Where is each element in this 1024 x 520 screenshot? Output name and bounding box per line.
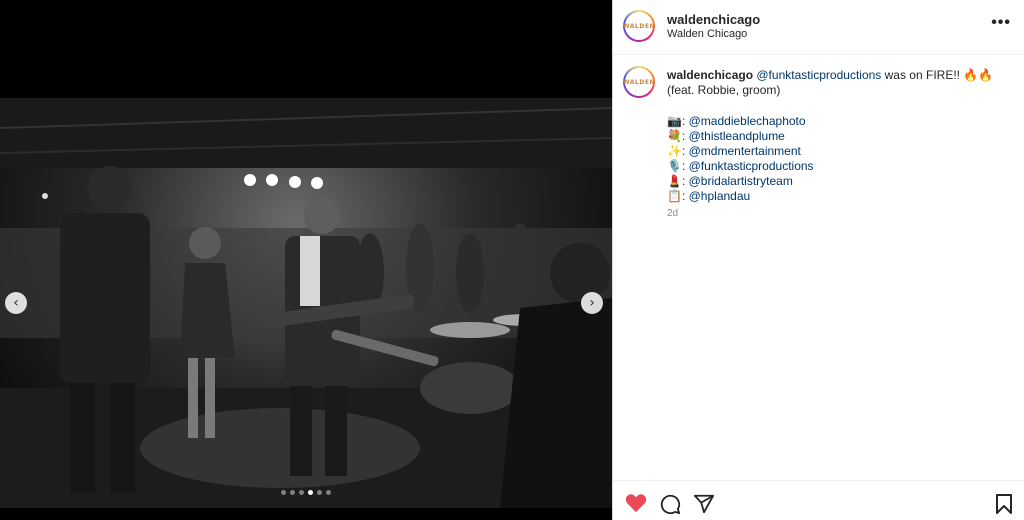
header-username[interactable]: waldenchicago [667,12,760,27]
credit-item: ✨: @mdmentertainment [667,144,814,159]
credit-item: 🎙️: @funktasticproductions [667,159,814,174]
caption-avatar[interactable]: WALDEN [623,66,655,98]
caption-mention[interactable]: @funktasticproductions [756,68,881,82]
credit-separator: : [681,189,689,203]
credit-item: 📋: @hplandau [667,189,814,204]
credit-emoji-icon: 🎙️ [667,159,682,173]
avatar-logo-text: WALDEN [623,78,655,86]
credit-emoji-icon: 💐 [667,129,682,143]
credit-item: 💐: @thistleandplume [667,129,814,144]
carousel-dot [317,490,322,495]
credit-handle-link[interactable]: @funktasticproductions [689,159,814,173]
credit-handle-link[interactable]: @bridalartistryteam [689,174,793,188]
credit-separator: : [681,174,689,188]
carousel-dot [326,490,331,495]
credits-list: 📷: @maddieblechaphoto 💐: @thistleandplume… [667,114,814,204]
caption-line-2: (feat. Robbie, groom) [667,83,781,97]
credit-handle-link[interactable]: @maddieblechaphoto [689,114,806,128]
post-timestamp[interactable]: 2d [667,208,678,219]
save-bookmark-icon[interactable] [995,493,1013,515]
credit-emoji-icon: 📋 [667,189,682,203]
caption-username[interactable]: waldenchicago [667,68,753,82]
action-bar [613,480,1024,520]
credit-item: 📷: @maddieblechaphoto [667,114,814,129]
credit-emoji-icon: 💄 [667,174,682,188]
credit-emoji-icon: 📷 [667,114,682,128]
credit-emoji-icon: ✨ [667,144,682,158]
caption-text: was on FIRE!! 🔥🔥 [881,68,994,82]
previous-photo-button[interactable]: ‹ [5,292,27,314]
credit-item: 💄: @bridalartistryteam [667,174,814,189]
caption: waldenchicago @funktasticproductions was… [667,68,1007,98]
credit-separator: : [681,114,689,128]
credit-handle-link[interactable]: @hplandau [689,189,751,203]
carousel-dot [299,490,304,495]
avatar-logo-text: WALDEN [623,22,655,30]
more-options-icon[interactable]: ••• [991,14,1011,32]
post-header: WALDEN waldenchicago Walden Chicago ••• [613,0,1024,55]
carousel-dots [0,490,612,495]
header-subtitle[interactable]: Walden Chicago [667,28,747,40]
carousel-dot [308,490,313,495]
carousel-dot [281,490,286,495]
post-media: ‹ › [0,0,612,520]
credit-separator: : [681,144,689,158]
credit-handle-link[interactable]: @mdmentertainment [689,144,801,158]
comment-icon[interactable] [659,493,681,515]
next-photo-button[interactable]: › [581,292,603,314]
like-heart-icon[interactable] [625,493,647,513]
credit-handle-link[interactable]: @thistleandplume [689,129,785,143]
credit-separator: : [681,129,689,143]
credit-separator: : [681,159,689,173]
share-icon[interactable] [693,493,715,515]
avatar[interactable]: WALDEN [623,10,655,42]
band-photo [0,98,612,508]
carousel-dot [290,490,295,495]
post-side-panel: WALDEN waldenchicago Walden Chicago ••• … [612,0,1024,520]
